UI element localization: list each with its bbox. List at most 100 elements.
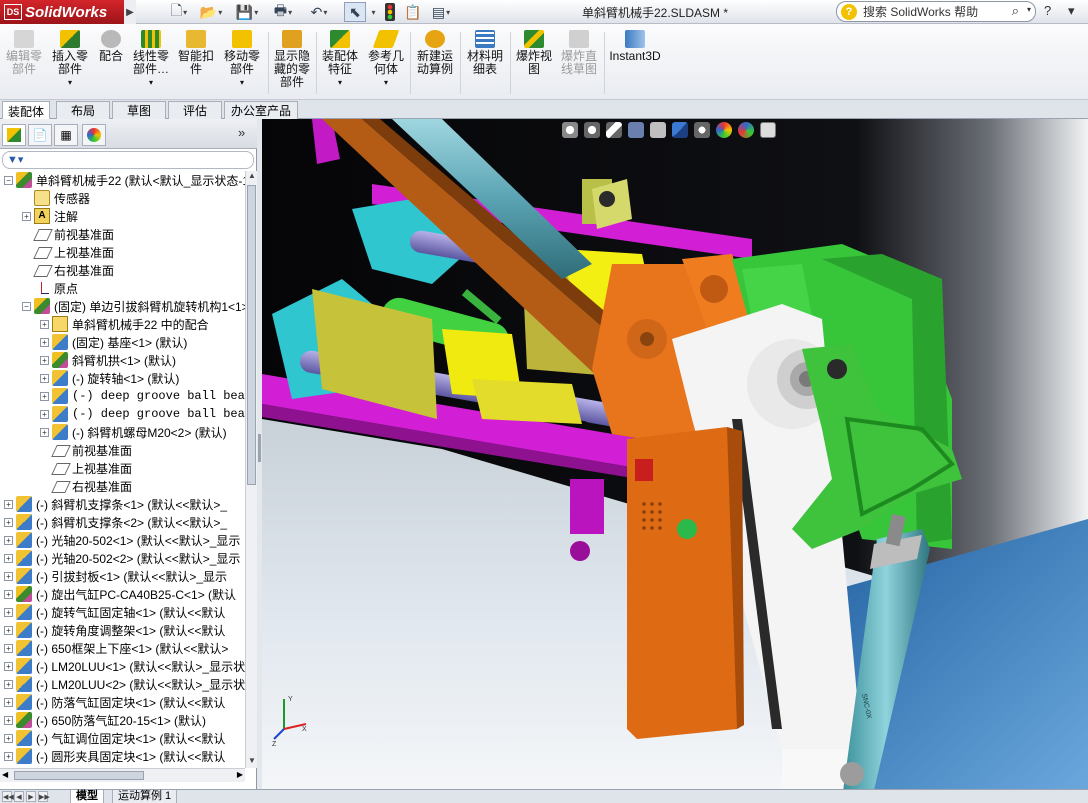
- tree-item[interactable]: + (-) 650防落气缸20-15<1> (默认): [0, 711, 245, 729]
- insert-component-button[interactable]: 插入零部件 ▾: [50, 30, 90, 89]
- zoom-to-fit-icon[interactable]: [562, 122, 578, 138]
- tree-item[interactable]: + (-) deep groove ball bearings: [0, 387, 245, 405]
- expand-icon[interactable]: +: [4, 571, 13, 581]
- options-icon[interactable]: ▤ ▾: [428, 2, 454, 22]
- configuration-manager-tab-icon[interactable]: ▦: [54, 124, 78, 146]
- tree-item[interactable]: 传感器: [0, 189, 245, 207]
- tree-vertical-scrollbar[interactable]: ▲ ▼: [245, 171, 257, 768]
- edit-component-button[interactable]: 编辑零部件: [4, 30, 44, 76]
- display-manager-tab-icon[interactable]: [82, 124, 106, 146]
- assembly-features-button[interactable]: 装配体特征 ▾: [320, 30, 360, 89]
- apply-scene-icon[interactable]: [738, 122, 754, 138]
- save-icon[interactable]: 💾 ▾: [234, 2, 260, 22]
- print-icon[interactable]: 🖶 ▾: [270, 2, 296, 22]
- view-settings-icon[interactable]: [760, 122, 776, 138]
- tab-layout[interactable]: 布局: [56, 101, 110, 119]
- explode-line-sketch-button[interactable]: 爆炸直线草图: [558, 30, 600, 76]
- expand-icon[interactable]: +: [22, 211, 31, 221]
- model-view[interactable]: SNC-0X Y Z X: [262, 119, 1088, 789]
- search-dropdown-icon[interactable]: ▾: [1027, 5, 1031, 14]
- expand-icon[interactable]: +: [4, 733, 13, 743]
- tree-item[interactable]: 原点: [0, 279, 245, 297]
- last-tab-icon[interactable]: ▶▶: [38, 791, 50, 802]
- tree-horizontal-scrollbar[interactable]: ◀ ▶: [0, 768, 245, 782]
- expand-icon[interactable]: +: [4, 661, 13, 671]
- tree-item[interactable]: + (-) 斜臂机支撑条<1> (默认<<默认>_: [0, 495, 245, 513]
- tree-item[interactable]: + (-) 气缸调位固定块<1> (默认<<默认: [0, 729, 245, 747]
- tree-item[interactable]: + (-) 引拔封板<1> (默认<<默认>_显示: [0, 567, 245, 585]
- expand-icon[interactable]: +: [40, 409, 49, 419]
- show-hidden-components-button[interactable]: 显示隐藏的零部件: [272, 30, 312, 89]
- new-motion-study-button[interactable]: 新建运动算例: [414, 30, 456, 76]
- tree-item[interactable]: + (-) 旋出气缸PC-CA40B25-C<1> (默认: [0, 585, 245, 603]
- next-tab-icon[interactable]: ▶: [26, 791, 36, 802]
- select-pointer-icon[interactable]: ⬉: [344, 2, 366, 22]
- expand-icon[interactable]: +: [4, 535, 13, 545]
- scroll-left-icon[interactable]: ◀: [2, 770, 8, 779]
- scroll-right-icon[interactable]: ▶: [237, 770, 243, 779]
- tree-item[interactable]: + (-) deep groove ball bearings: [0, 405, 245, 423]
- tree-item[interactable]: + (-) 650框架上下座<1> (默认<<默认>: [0, 639, 245, 657]
- expand-icon[interactable]: +: [4, 589, 13, 599]
- tree-item[interactable]: 右视基准面: [0, 477, 245, 495]
- select-dropdown-icon[interactable]: ▾: [368, 2, 378, 22]
- expand-icon[interactable]: +: [4, 751, 13, 761]
- expand-icon[interactable]: +: [4, 679, 13, 689]
- prev-tab-icon[interactable]: ◀: [14, 791, 24, 802]
- section-view-icon[interactable]: [628, 122, 644, 138]
- zoom-to-area-icon[interactable]: [584, 122, 600, 138]
- help-icon[interactable]: ?: [1044, 3, 1051, 18]
- search-icon[interactable]: ⌕: [1012, 3, 1019, 19]
- tab-motion-study-1[interactable]: 运动算例 1: [112, 790, 178, 803]
- expand-icon[interactable]: +: [4, 607, 13, 617]
- tree-item[interactable]: + A 注解: [0, 207, 245, 225]
- expand-icon[interactable]: +: [4, 499, 13, 509]
- bill-of-materials-button[interactable]: 材料明细表: [464, 30, 506, 76]
- scroll-thumb[interactable]: [247, 185, 256, 485]
- expand-icon[interactable]: +: [40, 373, 49, 383]
- help-search-box[interactable]: ? 搜索 SolidWorks 帮助 ⌕ ▾: [836, 1, 1036, 22]
- rebuild-traffic-light-icon[interactable]: [382, 2, 398, 22]
- expand-icon[interactable]: +: [4, 517, 13, 527]
- reference-geometry-button[interactable]: 参考几何体 ▾: [366, 30, 406, 89]
- tree-item[interactable]: + (-) 光轴20-502<1> (默认<<默认>_显示: [0, 531, 245, 549]
- property-manager-tab-icon[interactable]: 📄: [28, 124, 52, 146]
- expand-icon[interactable]: +: [40, 319, 49, 329]
- linear-pattern-button[interactable]: 线性零部件… ▾: [130, 30, 172, 89]
- tree-item[interactable]: + (-) 旋转轴<1> (默认): [0, 369, 245, 387]
- tab-evaluate[interactable]: 评估: [168, 101, 222, 119]
- tree-item[interactable]: + 斜臂机拱<1> (默认): [0, 351, 245, 369]
- collapse-icon[interactable]: −: [22, 301, 31, 311]
- tree-item[interactable]: + (-) 圆形夹具固定块<1> (默认<<默认: [0, 747, 245, 765]
- tab-office-products[interactable]: 办公室产品: [224, 101, 298, 119]
- tree-item[interactable]: + (-) 旋转角度调整架<1> (默认<<默认: [0, 621, 245, 639]
- move-component-button[interactable]: 移动零部件 ▾: [222, 30, 262, 89]
- splitter-grip[interactable]: [258, 434, 261, 462]
- tree-item[interactable]: + 单斜臂机械手22 中的配合: [0, 315, 245, 333]
- hide-show-items-icon[interactable]: [694, 122, 710, 138]
- tab-sketch[interactable]: 草图: [112, 101, 166, 119]
- tree-item[interactable]: 前视基准面: [0, 441, 245, 459]
- tree-item[interactable]: + (-) 光轴20-502<2> (默认<<默认>_显示: [0, 549, 245, 567]
- tree-item[interactable]: 上视基准面: [0, 243, 245, 261]
- tree-item[interactable]: + (-) LM20LUU<2> (默认<<默认>_显示状: [0, 675, 245, 693]
- undo-icon[interactable]: ↶ ▾: [306, 2, 332, 22]
- graphics-area[interactable]: SNC-0X Y Z X: [262, 119, 1088, 789]
- expand-icon[interactable]: +: [4, 625, 13, 635]
- expand-icon[interactable]: +: [4, 715, 13, 725]
- tree-item[interactable]: 右视基准面: [0, 261, 245, 279]
- expand-icon[interactable]: +: [40, 337, 49, 347]
- tree-item[interactable]: 上视基准面: [0, 459, 245, 477]
- smart-fastener-button[interactable]: 智能扣件: [176, 30, 216, 76]
- help-search-input[interactable]: 搜索 SolidWorks 帮助: [863, 3, 978, 20]
- tree-item[interactable]: + (-) LM20LUU<1> (默认<<默认>_显示状: [0, 657, 245, 675]
- tree-item[interactable]: − 单斜臂机械手22 (默认<默认_显示状态-1: [0, 171, 245, 189]
- tree-item[interactable]: 前视基准面: [0, 225, 245, 243]
- instant3d-button[interactable]: Instant3D: [608, 30, 662, 63]
- open-folder-icon[interactable]: 📂 ▾: [198, 2, 224, 22]
- tab-model[interactable]: 模型: [70, 790, 104, 803]
- tree-filter[interactable]: ▼▾: [2, 151, 254, 169]
- previous-view-icon[interactable]: [606, 122, 622, 138]
- expand-icon[interactable]: +: [4, 553, 13, 563]
- expand-icon[interactable]: +: [40, 355, 49, 365]
